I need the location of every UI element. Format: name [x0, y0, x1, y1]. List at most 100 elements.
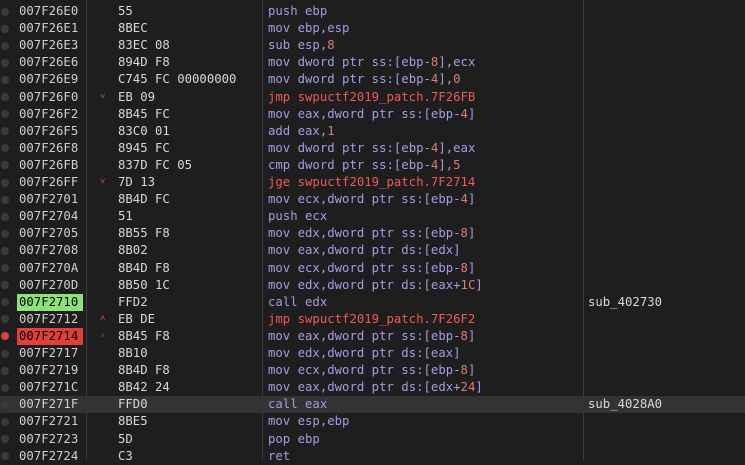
- address-cell[interactable]: 007F26F2: [17, 106, 83, 123]
- address-cell[interactable]: 007F2717: [17, 345, 83, 362]
- instruction-cell[interactable]: mov eax,dword ptr ds:[edx]: [268, 242, 461, 259]
- instruction-cell[interactable]: mov eax,dword ptr ss:[ebp-8]: [268, 328, 475, 345]
- disasm-row[interactable]: 007F26E9 C745 FC 00000000 mov dword ptr ss…: [0, 71, 745, 88]
- breakpoint-toggle-icon[interactable]: [1, 366, 9, 375]
- breakpoint-toggle-icon[interactable]: [1, 144, 9, 153]
- disasm-row[interactable]: 007F26F0 ˅ EB 09 jmp swpuctf2019_patch.7F26…: [0, 89, 745, 106]
- address-cell[interactable]: 007F26E6: [17, 54, 83, 71]
- breakpoint-toggle-icon[interactable]: [1, 349, 9, 358]
- disasm-row[interactable]: 007F26FB 837D FC 05 cmp dword ptr ss:[ebp-…: [0, 157, 745, 174]
- address-cell[interactable]: 007F2704: [17, 208, 83, 225]
- breakpoint-toggle-icon[interactable]: [1, 195, 9, 204]
- address-cell[interactable]: 007F2724: [17, 448, 83, 465]
- instruction-cell[interactable]: call eax: [268, 396, 327, 413]
- instruction-cell[interactable]: mov ecx,dword ptr ss:[ebp-4]: [268, 191, 475, 208]
- disasm-row[interactable]: 007F270A 8B4D F8 mov ecx,dword ptr ss:[ebp…: [0, 260, 745, 277]
- address-cell[interactable]: 007F2712: [17, 311, 83, 328]
- instruction-cell[interactable]: ret: [268, 448, 290, 465]
- disasm-row[interactable]: 007F26E0 55 push ebp: [0, 3, 745, 20]
- address-cell[interactable]: 007F26F0: [17, 89, 83, 106]
- breakpoint-toggle-icon[interactable]: [1, 417, 9, 426]
- address-cell[interactable]: 007F270D: [17, 277, 83, 294]
- address-cell[interactable]: 007F26FB: [17, 157, 83, 174]
- disasm-row[interactable]: 007F270D 8B50 1C mov edx,dword ptr ds:[eax…: [0, 277, 745, 294]
- disassembly-view[interactable]: 007F26E0 55 push ebp 007F26E1 8BEC mov ebp,es…: [0, 0, 745, 463]
- address-cell[interactable]: 007F271C: [17, 379, 83, 396]
- disasm-row[interactable]: 007F2705 8B55 F8 mov edx,dword ptr ss:[ebp…: [0, 225, 745, 242]
- breakpoint-icon[interactable]: [1, 332, 9, 341]
- breakpoint-toggle-icon[interactable]: [1, 264, 9, 272]
- breakpoint-toggle-icon[interactable]: [1, 127, 9, 136]
- instruction-cell[interactable]: mov ebp,esp: [268, 20, 349, 37]
- breakpoint-toggle-icon[interactable]: [1, 246, 9, 255]
- breakpoint-toggle-icon[interactable]: [1, 41, 9, 50]
- instruction-cell[interactable]: push ebp: [268, 3, 327, 20]
- address-cell[interactable]: 007F2723: [17, 431, 83, 448]
- instruction-cell[interactable]: cmp dword ptr ss:[ebp-4],5: [268, 157, 461, 174]
- instruction-cell[interactable]: pop ebp: [268, 431, 320, 448]
- instruction-cell[interactable]: mov edx,dword ptr ds:[eax]: [268, 345, 461, 362]
- breakpoint-toggle-icon[interactable]: [1, 383, 9, 392]
- address-cell[interactable]: 007F2714: [17, 327, 83, 345]
- address-cell[interactable]: 007F2708: [17, 242, 83, 259]
- instruction-cell[interactable]: jmp swpuctf2019_patch.7F26F2: [268, 311, 475, 328]
- disasm-row[interactable]: 007F2714 › 8B45 F8 mov eax,dword ptr ss:[eb…: [0, 327, 745, 345]
- breakpoint-toggle-icon[interactable]: [1, 93, 9, 101]
- disasm-row[interactable]: 007F271F FFD0 call eax sub_4028A0: [0, 396, 745, 414]
- disasm-row[interactable]: 007F2710 FFD2 call edx sub_402730: [0, 293, 745, 311]
- address-cell[interactable]: 007F2710: [17, 293, 83, 311]
- address-cell[interactable]: 007F26E9: [17, 71, 83, 88]
- address-cell[interactable]: 007F26F5: [17, 123, 83, 140]
- instruction-cell[interactable]: mov dword ptr ss:[ebp-4],eax: [268, 140, 475, 157]
- disasm-row[interactable]: 007F26F5 83C0 01 add eax,1: [0, 123, 745, 140]
- instruction-cell[interactable]: call edx: [268, 294, 327, 311]
- address-cell[interactable]: 007F2705: [17, 225, 83, 242]
- instruction-cell[interactable]: mov dword ptr ss:[ebp-4],0: [268, 71, 461, 88]
- address-cell[interactable]: 007F2719: [17, 362, 83, 379]
- disasm-row[interactable]: 007F2701 8B4D FC mov ecx,dword ptr ss:[ebp…: [0, 191, 745, 208]
- breakpoint-toggle-icon[interactable]: [1, 229, 9, 238]
- instruction-cell[interactable]: mov eax,dword ptr ds:[edx+24]: [268, 379, 483, 396]
- address-cell[interactable]: 007F26E0: [17, 3, 83, 20]
- disasm-row[interactable]: 007F2712 ˄ EB DE jmp swpuctf2019_patch.7F26…: [0, 311, 745, 328]
- instruction-cell[interactable]: mov ecx,dword ptr ss:[ebp-8]: [268, 362, 475, 379]
- disasm-row[interactable]: 007F26F2 8B45 FC mov eax,dword ptr ss:[ebp…: [0, 106, 745, 123]
- instruction-cell[interactable]: jmp swpuctf2019_patch.7F26FB: [268, 89, 475, 106]
- breakpoint-toggle-icon[interactable]: [1, 24, 9, 33]
- address-cell[interactable]: 007F26E3: [17, 37, 83, 54]
- disasm-row[interactable]: 007F2708 8B02 mov eax,dword ptr ds:[edx]: [0, 242, 745, 259]
- breakpoint-toggle-icon[interactable]: [1, 212, 9, 221]
- breakpoint-toggle-icon[interactable]: [1, 452, 9, 461]
- instruction-cell[interactable]: mov ecx,dword ptr ss:[ebp-8]: [268, 260, 475, 277]
- address-cell[interactable]: 007F271F: [17, 396, 83, 413]
- address-cell[interactable]: 007F26F8: [17, 140, 83, 157]
- disasm-row[interactable]: 007F26E3 83EC 08 sub esp,8: [0, 37, 745, 54]
- breakpoint-toggle-icon[interactable]: [1, 161, 9, 170]
- instruction-cell[interactable]: mov edx,dword ptr ds:[eax+1C]: [268, 277, 483, 294]
- instruction-cell[interactable]: mov esp,ebp: [268, 413, 349, 430]
- breakpoint-toggle-icon[interactable]: [1, 110, 9, 119]
- disasm-row[interactable]: 007F26F8 8945 FC mov dword ptr ss:[ebp-4],…: [0, 140, 745, 157]
- address-cell[interactable]: 007F26FF: [17, 174, 83, 191]
- breakpoint-toggle-icon[interactable]: [1, 298, 9, 307]
- address-cell[interactable]: 007F2701: [17, 191, 83, 208]
- disasm-row[interactable]: 007F2704 51 push ecx: [0, 208, 745, 225]
- breakpoint-toggle-icon[interactable]: [1, 281, 9, 290]
- breakpoint-toggle-icon[interactable]: [1, 178, 9, 187]
- disasm-row[interactable]: 007F2723 5D pop ebp: [0, 431, 745, 448]
- instruction-cell[interactable]: mov dword ptr ss:[ebp-8],ecx: [268, 54, 475, 71]
- disasm-row[interactable]: 007F26E6 894D F8 mov dword ptr ss:[ebp-8],…: [0, 54, 745, 71]
- breakpoint-toggle-icon[interactable]: [1, 75, 9, 84]
- disasm-row[interactable]: 007F271C 8B42 24 mov eax,dword ptr ds:[edx…: [0, 379, 745, 396]
- breakpoint-toggle-icon[interactable]: [1, 435, 9, 443]
- breakpoint-toggle-icon[interactable]: [1, 400, 9, 409]
- instruction-cell[interactable]: add eax,1: [268, 123, 335, 140]
- instruction-cell[interactable]: jge swpuctf2019_patch.7F2714: [268, 174, 475, 191]
- instruction-cell[interactable]: push ecx: [268, 208, 327, 225]
- instruction-cell[interactable]: sub esp,8: [268, 37, 335, 54]
- disasm-row[interactable]: 007F26FF ˅ 7D 13 jge swpuctf2019_patch.7F27…: [0, 174, 745, 191]
- instruction-cell[interactable]: mov eax,dword ptr ss:[ebp-4]: [268, 106, 475, 123]
- breakpoint-toggle-icon[interactable]: [1, 7, 9, 16]
- address-cell[interactable]: 007F2721: [17, 413, 83, 430]
- disasm-row[interactable]: 007F2719 8B4D F8 mov ecx,dword ptr ss:[ebp…: [0, 362, 745, 379]
